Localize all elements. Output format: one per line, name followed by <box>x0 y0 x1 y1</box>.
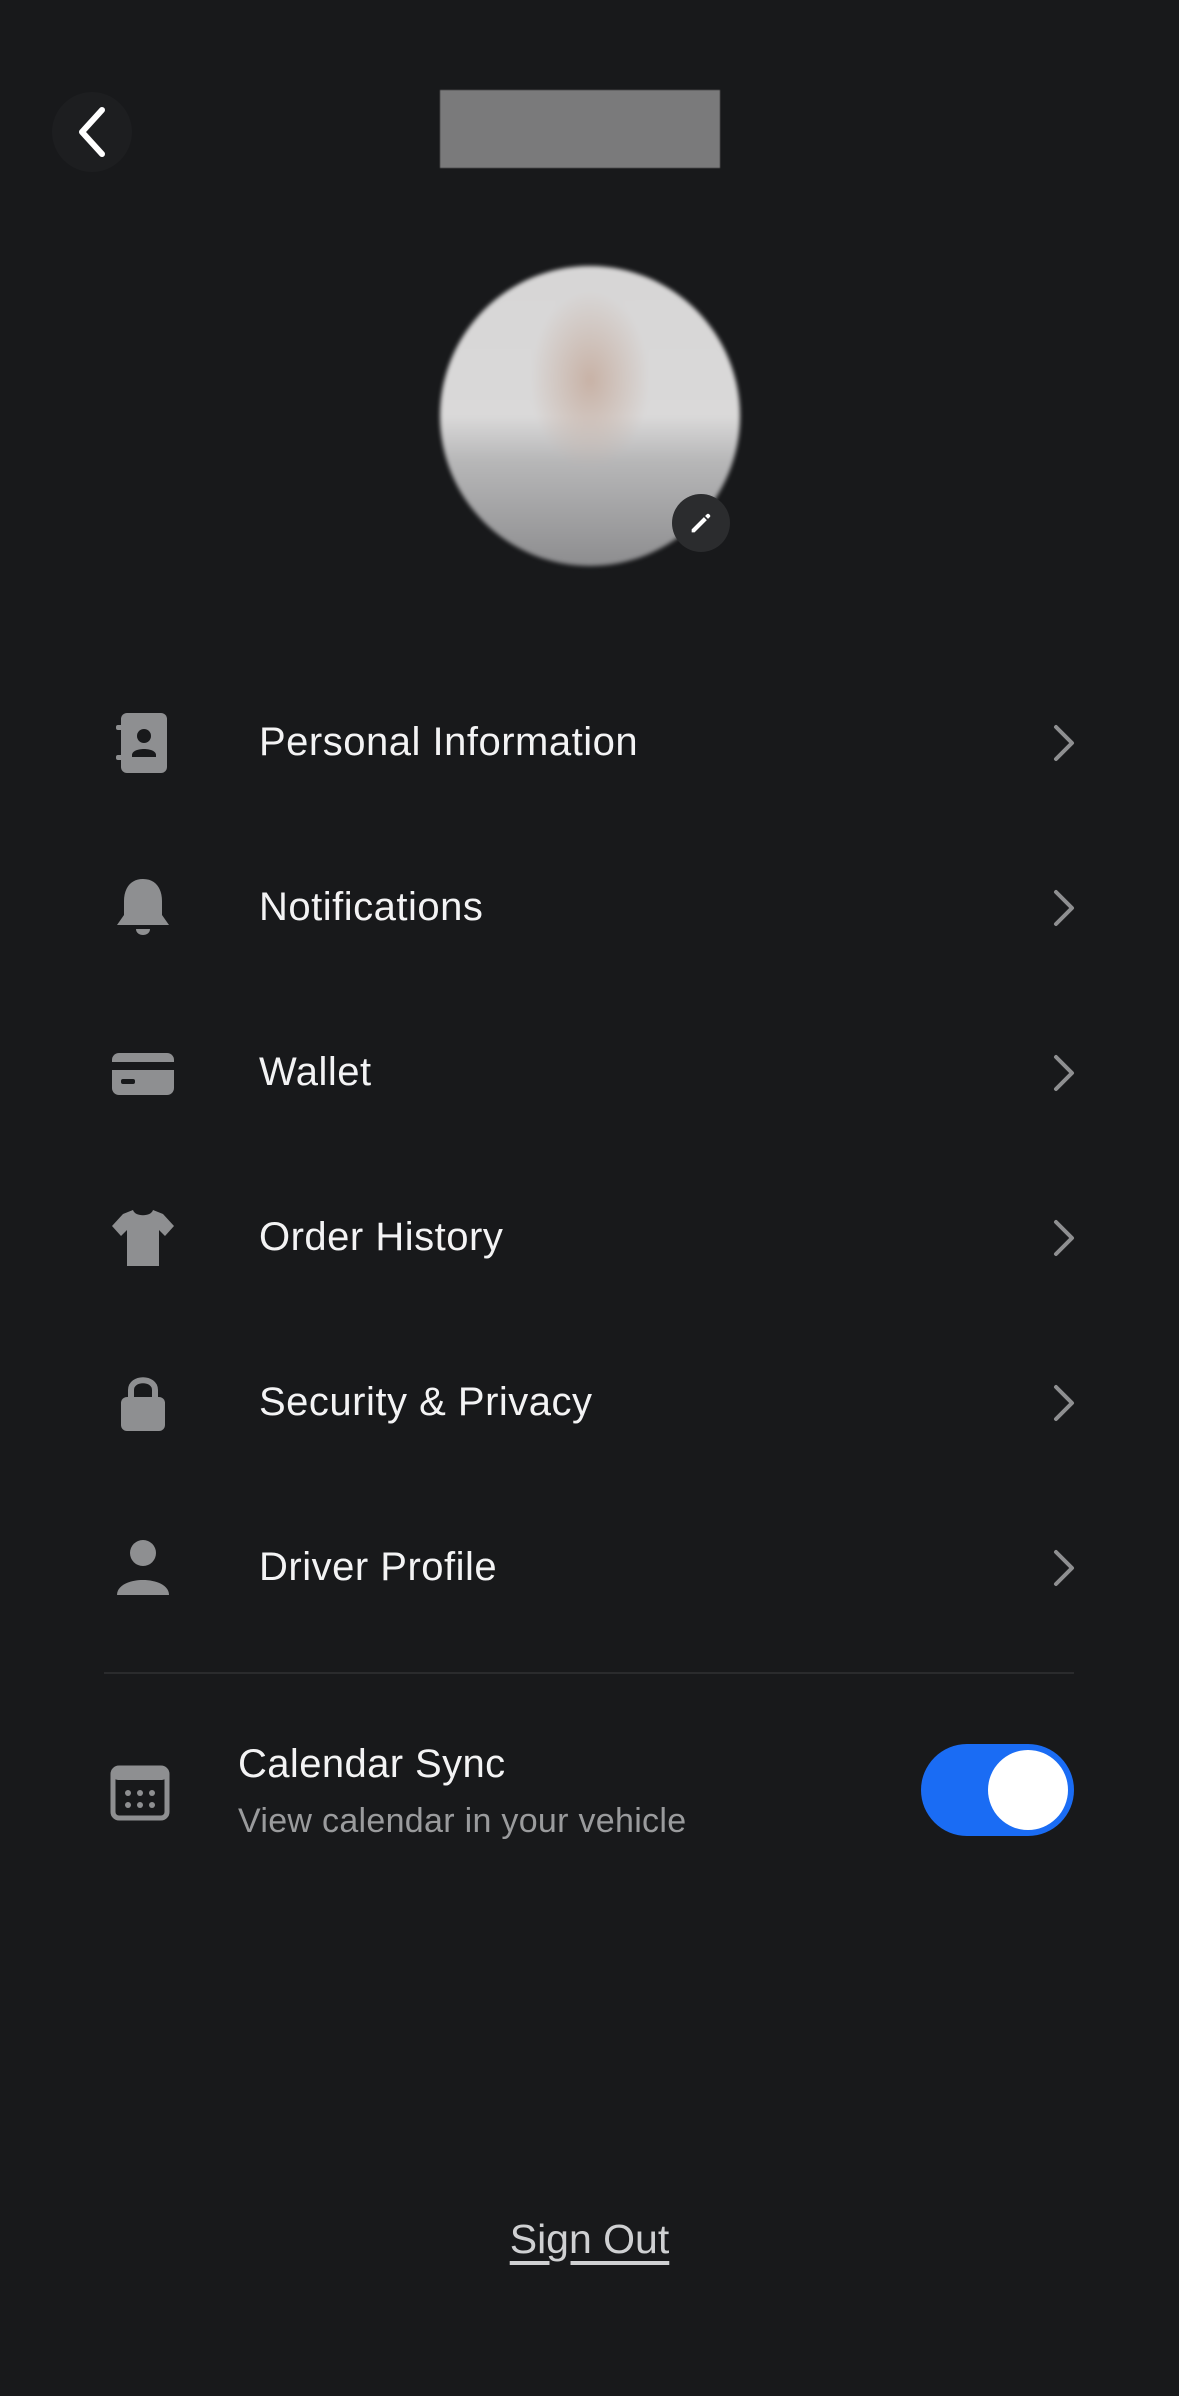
person-icon <box>110 1535 176 1601</box>
chevron-right-icon <box>1054 1549 1074 1586</box>
header-title <box>440 90 720 168</box>
menu-item-label: Security & Privacy <box>259 1380 593 1424</box>
calendar-icon <box>110 1765 170 1821</box>
toggle-knob <box>988 1750 1068 1830</box>
menu-item-driver-profile[interactable]: Driver Profile <box>0 1485 1179 1650</box>
menu-item-wallet[interactable]: Wallet <box>0 990 1179 1155</box>
menu-item-label: Notifications <box>259 885 484 929</box>
calendar-sync-row: Calendar Sync View calendar in your vehi… <box>0 1730 1179 1850</box>
calendar-sync-title: Calendar Sync <box>238 1742 506 1786</box>
edit-avatar-button[interactable] <box>672 494 730 552</box>
calendar-sync-subtitle: View calendar in your vehicle <box>238 1802 687 1840</box>
menu-item-label: Order History <box>259 1215 504 1259</box>
chevron-right-icon <box>1054 1219 1074 1256</box>
menu-item-order-history[interactable]: Order History <box>0 1155 1179 1320</box>
contact-card-icon <box>110 710 176 776</box>
pencil-icon <box>691 513 711 533</box>
lock-icon <box>110 1370 176 1436</box>
avatar-container <box>440 266 740 566</box>
chevron-right-icon <box>1054 1054 1074 1091</box>
calendar-sync-toggle[interactable] <box>921 1744 1074 1836</box>
menu-item-personal-information[interactable]: Personal Information <box>0 660 1179 825</box>
menu-item-notifications[interactable]: Notifications <box>0 825 1179 990</box>
back-button[interactable] <box>52 92 132 172</box>
menu-item-label: Personal Information <box>259 720 639 764</box>
chevron-left-icon <box>79 107 105 157</box>
profile-screen: Personal Information Notifications Walle… <box>0 0 1179 2396</box>
chevron-right-icon <box>1054 889 1074 926</box>
chevron-right-icon <box>1054 724 1074 761</box>
menu-item-label: Wallet <box>259 1050 372 1094</box>
chevron-right-icon <box>1054 1384 1074 1421</box>
bell-icon <box>110 875 176 941</box>
credit-card-icon <box>110 1040 176 1106</box>
menu-item-label: Driver Profile <box>259 1545 498 1589</box>
tshirt-icon <box>110 1205 176 1271</box>
menu-item-security-privacy[interactable]: Security & Privacy <box>0 1320 1179 1485</box>
sign-out-link[interactable]: Sign Out <box>0 2216 1179 2263</box>
settings-menu: Personal Information Notifications Walle… <box>0 660 1179 1650</box>
divider <box>104 1672 1074 1674</box>
